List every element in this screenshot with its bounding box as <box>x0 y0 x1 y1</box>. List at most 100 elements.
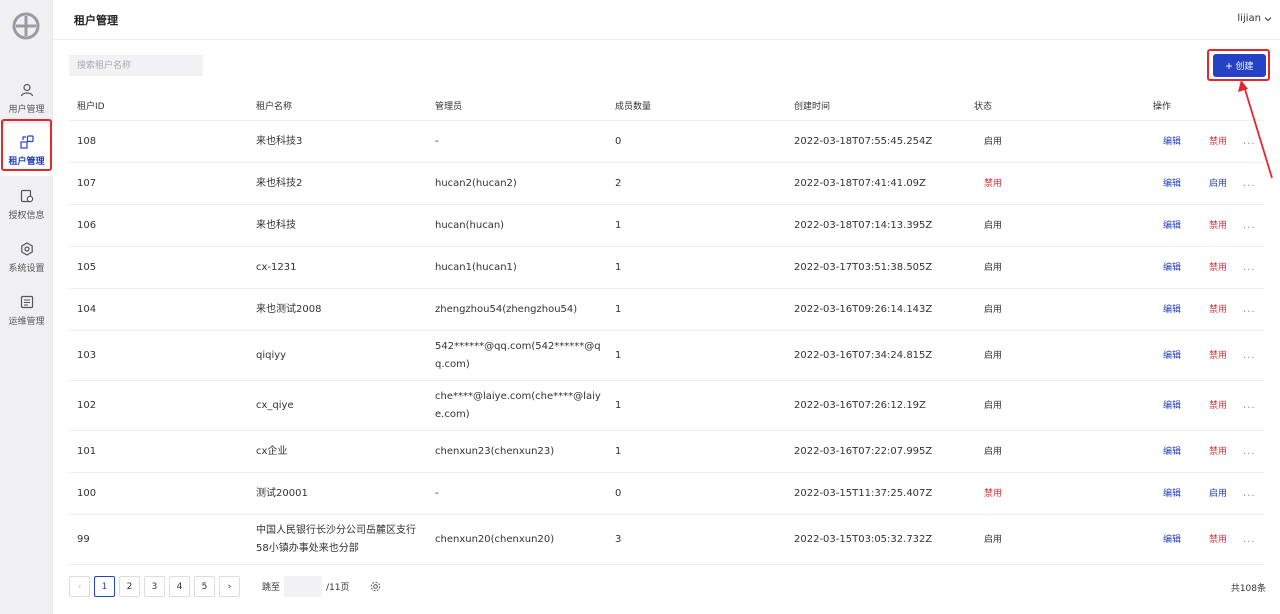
app-logo-icon <box>12 12 40 40</box>
tenant-name: cx_qiye <box>256 399 294 411</box>
page-button[interactable]: 5 <box>194 576 215 597</box>
tenant-name: 测试20001 <box>256 487 308 499</box>
jump-label: 跳至 <box>262 583 281 593</box>
member-count: 1 <box>615 303 622 315</box>
tenant-name: 中国人民银行长沙分公司岳麓区支行58小镇办事处来也分部 <box>256 524 416 554</box>
edit-link[interactable]: 编辑 <box>1163 301 1181 319</box>
more-actions-button[interactable]: ... <box>1243 175 1256 193</box>
tenant-id: 108 <box>77 135 97 147</box>
column-header-name: 租户名称 <box>256 102 293 112</box>
pagination: ‹ 1 2 3 4 5 › 跳至 /11页 <box>69 576 381 597</box>
search-input[interactable] <box>69 55 203 76</box>
table-row: 108 来也科技3 - 0 2022-03-18T07:55:45.254Z 启用 编辑 禁用… <box>69 121 1265 163</box>
toggle-status-link[interactable]: 禁用 <box>1209 347 1227 365</box>
edit-link[interactable]: 编辑 <box>1163 133 1181 151</box>
user-menu[interactable]: lijian <box>1237 13 1272 24</box>
gear-icon[interactable] <box>370 581 381 592</box>
tenant-admin: 542******@qq.com(542******@qq.com) <box>435 340 601 370</box>
member-count: 2 <box>615 177 622 189</box>
table-row: 103 qiqiyy 542******@qq.com(542******@qq.c… <box>69 331 1265 381</box>
more-actions-button[interactable]: ... <box>1243 347 1256 365</box>
tenant-name: 来也科技3 <box>256 135 303 147</box>
page-button[interactable]: 4 <box>169 576 190 597</box>
toggle-status-link[interactable]: 启用 <box>1209 175 1227 193</box>
tenant-admin: hucan2(hucan2) <box>435 177 517 189</box>
status-badge: 启用 <box>984 136 1003 147</box>
prev-page-button[interactable]: ‹ <box>69 576 90 597</box>
more-actions-button[interactable]: ... <box>1243 133 1256 151</box>
table-row: 106 来也科技 hucan(hucan) 1 2022-03-18T07:14:13.… <box>69 205 1265 247</box>
tenant-admin: - <box>435 487 439 499</box>
sidebar-item-settings[interactable]: 系统设置 <box>0 231 53 283</box>
sidebar-item-label: 授权信息 <box>8 210 45 221</box>
page-count: /11页 <box>326 583 350 593</box>
edit-link[interactable]: 编辑 <box>1163 259 1181 277</box>
plus-icon: + <box>1225 58 1233 73</box>
tenant-admin: che****@laiye.com(che****@laiye.com) <box>435 390 601 420</box>
sidebar-item-license[interactable]: 授权信息 <box>0 178 53 230</box>
status-badge: 启用 <box>984 304 1003 315</box>
chevron-down-icon <box>1264 16 1272 21</box>
edit-link[interactable]: 编辑 <box>1163 443 1181 461</box>
more-actions-button[interactable]: ... <box>1243 531 1256 549</box>
tenant-id: 104 <box>77 303 97 315</box>
toggle-status-link[interactable]: 禁用 <box>1209 217 1227 235</box>
page-title: 租户管理 <box>74 14 118 27</box>
toggle-status-link[interactable]: 禁用 <box>1209 443 1227 461</box>
member-count: 1 <box>615 219 622 231</box>
more-actions-button[interactable]: ... <box>1243 443 1256 461</box>
tenant-name: cx-1231 <box>256 261 297 273</box>
table-row: 104 来也测试2008 zhengzhou54(zhengzhou54) 1 2022… <box>69 289 1265 331</box>
edit-link[interactable]: 编辑 <box>1163 397 1181 415</box>
toggle-status-link[interactable]: 禁用 <box>1209 531 1227 549</box>
edit-link[interactable]: 编辑 <box>1163 347 1181 365</box>
edit-link[interactable]: 编辑 <box>1163 485 1181 503</box>
table-row: 100 测试20001 - 0 2022-03-15T11:37:25.407Z 禁用 编辑… <box>69 473 1265 515</box>
status-badge: 启用 <box>984 220 1003 231</box>
toggle-status-link[interactable]: 启用 <box>1209 485 1227 503</box>
toggle-status-link[interactable]: 禁用 <box>1209 133 1227 151</box>
sidebar-item-ops[interactable]: 运维管理 <box>0 284 53 336</box>
more-actions-button[interactable]: ... <box>1243 397 1256 415</box>
sidebar-item-tenants[interactable]: 租户管理 <box>0 124 53 176</box>
tenant-id: 103 <box>77 349 97 361</box>
sidebar-item-users[interactable]: 用户管理 <box>0 72 53 124</box>
created-time: 2022-03-15T03:05:32.732Z <box>794 533 933 545</box>
created-time: 2022-03-16T07:34:24.815Z <box>794 349 933 361</box>
create-button-label: 创建 <box>1235 61 1254 71</box>
next-page-button[interactable]: › <box>219 576 240 597</box>
page-button[interactable]: 2 <box>119 576 140 597</box>
more-actions-button[interactable]: ... <box>1243 217 1256 235</box>
total-count: 共108条 <box>1230 584 1266 594</box>
created-time: 2022-03-16T09:26:14.143Z <box>794 303 933 315</box>
status-badge: 禁用 <box>984 178 1003 189</box>
toggle-status-link[interactable]: 禁用 <box>1209 259 1227 277</box>
page-jump-input[interactable] <box>284 576 323 597</box>
more-actions-button[interactable]: ... <box>1243 301 1256 319</box>
page-button[interactable]: 1 <box>94 576 115 597</box>
tenant-name: cx企业 <box>256 445 288 457</box>
more-actions-button[interactable]: ... <box>1243 259 1256 277</box>
toggle-status-link[interactable]: 禁用 <box>1209 301 1227 319</box>
member-count: 1 <box>615 349 622 361</box>
sidebar-item-label: 运维管理 <box>8 316 45 327</box>
status-badge: 启用 <box>984 534 1003 545</box>
column-header-count: 成员数量 <box>615 102 652 112</box>
more-actions-button[interactable]: ... <box>1243 485 1256 503</box>
member-count: 3 <box>615 533 622 545</box>
tenant-admin: - <box>435 135 439 147</box>
created-time: 2022-03-18T07:55:45.254Z <box>794 135 933 147</box>
sidebar-item-label: 租户管理 <box>8 156 45 167</box>
edit-link[interactable]: 编辑 <box>1163 531 1181 549</box>
create-button[interactable]: + 创建 <box>1213 54 1266 77</box>
page-button[interactable]: 3 <box>144 576 165 597</box>
tenant-name: qiqiyy <box>256 349 287 361</box>
toggle-status-link[interactable]: 禁用 <box>1209 397 1227 415</box>
member-count: 1 <box>615 399 622 411</box>
edit-link[interactable]: 编辑 <box>1163 217 1181 235</box>
edit-link[interactable]: 编辑 <box>1163 175 1181 193</box>
column-header-admin: 管理员 <box>435 102 463 112</box>
member-count: 1 <box>615 445 622 457</box>
tenant-admin: hucan(hucan) <box>435 219 505 231</box>
tenant-id: 101 <box>77 445 97 457</box>
